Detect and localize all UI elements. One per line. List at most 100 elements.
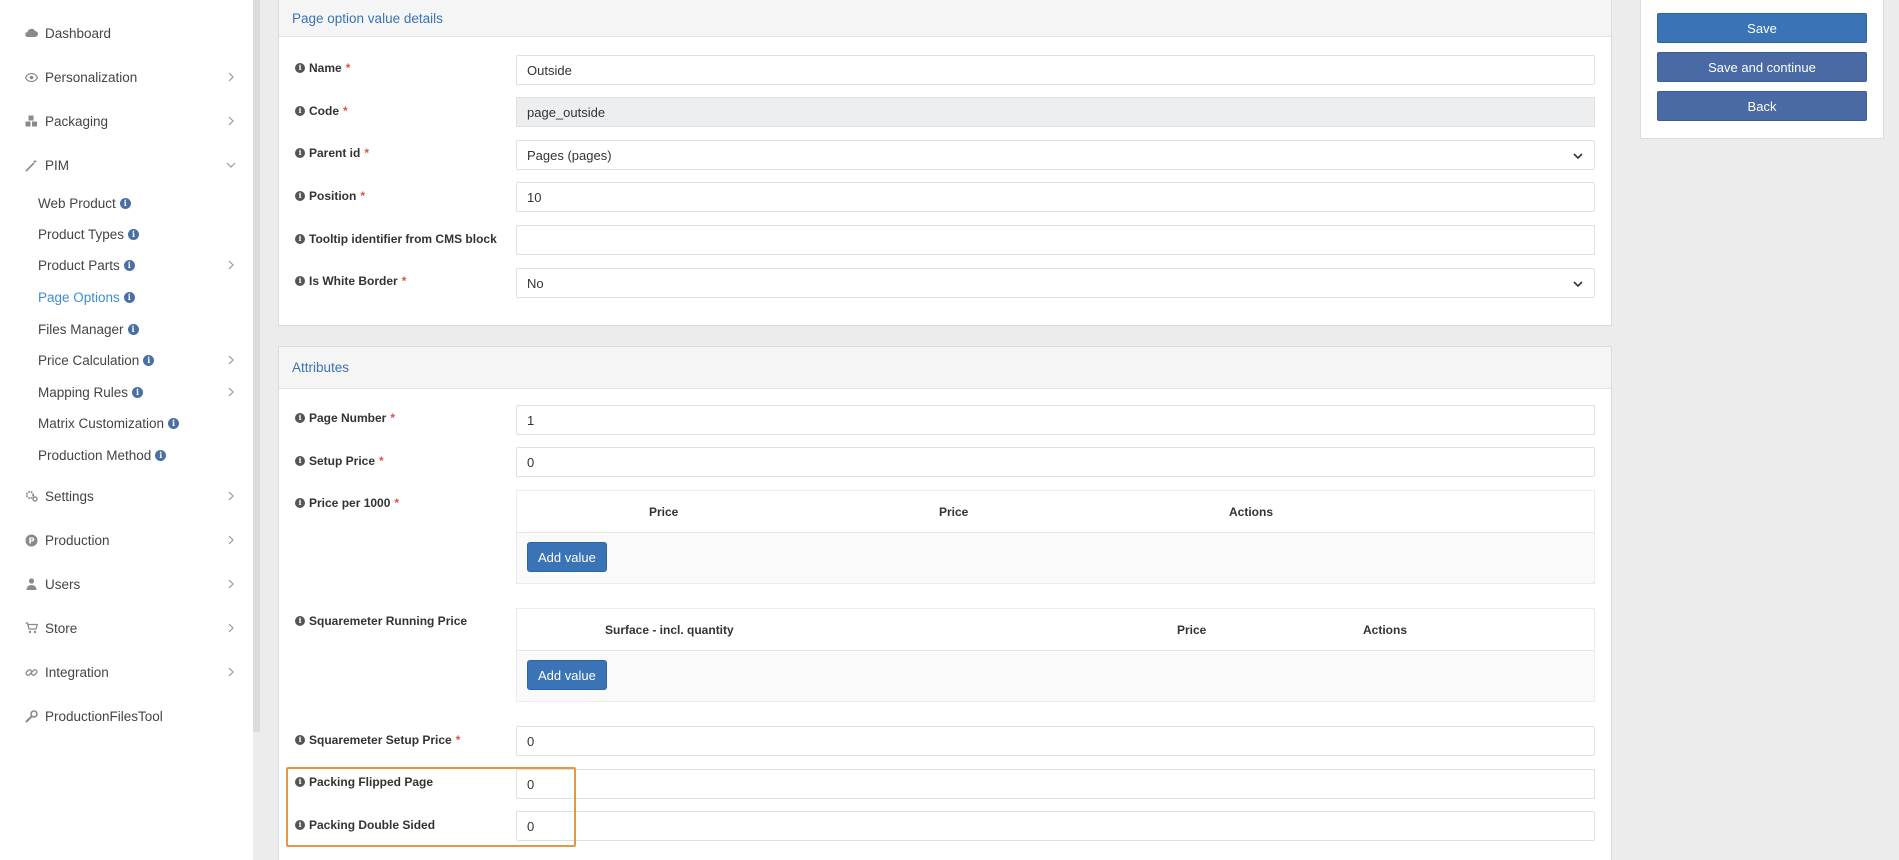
cubes-icon	[24, 114, 38, 128]
info-icon: i	[295, 276, 305, 286]
sidebar-subitem-mapping-rules[interactable]: Mapping Rules i	[38, 379, 239, 405]
required-mark: *	[379, 454, 384, 468]
sqm-setup-price-label: i Squaremeter Setup Price *	[295, 733, 460, 747]
sidebar-subitem-web-product[interactable]: Web Product i	[38, 190, 239, 216]
cloud-icon	[24, 26, 38, 40]
position-label: i Position *	[295, 189, 365, 203]
white-border-select[interactable]: No	[516, 268, 1595, 298]
sidebar-subitem-page-options[interactable]: Page Options i	[38, 284, 239, 310]
info-icon: i	[295, 413, 305, 423]
info-icon: i	[123, 259, 135, 271]
back-button[interactable]: Back	[1657, 91, 1867, 121]
sidebar-subitem-price-calculation[interactable]: Price Calculation i	[38, 347, 239, 373]
magic-wand-icon	[24, 158, 38, 172]
sidebar-item-label: PIM	[45, 157, 70, 173]
cart-icon	[24, 621, 38, 635]
info-icon: i	[119, 197, 131, 209]
sidebar-item-productionfilestool[interactable]: ProductionFilesTool	[24, 701, 239, 731]
sidebar-item-label: Dashboard	[45, 25, 112, 41]
sidebar-item-pim[interactable]: PIM	[24, 150, 239, 180]
cogs-icon	[24, 489, 38, 503]
chevron-down-icon	[225, 158, 237, 172]
sidebar-subitem-label: Product Types	[38, 226, 125, 242]
label-text: Position	[309, 189, 357, 203]
sidebar-subitem-files-manager[interactable]: Files Manager i	[38, 316, 239, 342]
info-icon: i	[295, 191, 305, 201]
sidebar-item-dashboard[interactable]: Dashboard	[24, 18, 239, 48]
chevron-right-icon	[225, 353, 237, 367]
sidebar-item-label: Personalization	[45, 69, 138, 85]
chevron-right-icon	[225, 533, 237, 547]
chevron-right-icon	[225, 577, 237, 591]
sidebar-item-integration[interactable]: Integration	[24, 657, 239, 687]
setup-price-input[interactable]: 0	[516, 447, 1595, 477]
sidebar-subitem-production-method[interactable]: Production Method i	[38, 442, 239, 468]
sidebar-item-label: ProductionFilesTool	[45, 708, 163, 724]
save-button[interactable]: Save	[1657, 13, 1867, 43]
sidebar-item-store[interactable]: Store	[24, 613, 239, 643]
info-icon: i	[132, 386, 144, 398]
sidebar-item-packaging[interactable]: Packaging	[24, 106, 239, 136]
column-header: Price	[939, 505, 969, 519]
tooltip-input[interactable]	[516, 225, 1595, 255]
column-header: Surface - incl. quantity	[605, 623, 734, 637]
required-mark: *	[343, 104, 348, 118]
add-value-button[interactable]: Add value	[527, 542, 607, 572]
highlight-box	[286, 767, 576, 847]
save-and-continue-button[interactable]: Save and continue	[1657, 52, 1867, 82]
label-text: Code	[309, 104, 339, 118]
label-text: Page Number	[309, 411, 387, 425]
column-header: Actions	[1229, 505, 1274, 519]
sidebar-item-label: Store	[45, 620, 78, 636]
sidebar-subitem-label: Price Calculation	[38, 352, 140, 368]
label-text: Squaremeter Running Price	[309, 614, 468, 628]
price-per-1000-label: i Price per 1000 *	[295, 496, 399, 510]
sidebar-subitem-label: Matrix Customization	[38, 415, 165, 431]
chevron-right-icon	[225, 385, 237, 399]
sidebar-item-users[interactable]: Users	[24, 569, 239, 599]
sidebar-scrollbar[interactable]	[253, 0, 260, 732]
panel-title: Page option value details	[279, 0, 1611, 37]
sqm-setup-price-input[interactable]: 0	[516, 726, 1595, 756]
sidebar-subitem-label: Web Product	[38, 195, 116, 211]
sidebar-subitem-label: Product Parts	[38, 257, 120, 273]
sidebar-subitem-product-types[interactable]: Product Types i	[38, 221, 239, 247]
eye-icon	[24, 70, 38, 84]
label-text: Tooltip identifier from CMS block	[309, 232, 497, 246]
info-icon: i	[295, 456, 305, 466]
sidebar-subitem-label: Page Options	[38, 289, 120, 305]
sqm-running-price-label: i Squaremeter Running Price	[295, 614, 467, 628]
add-value-button[interactable]: Add value	[527, 660, 607, 690]
sidebar-item-label: Packaging	[45, 113, 109, 129]
label-text: Name	[309, 61, 342, 75]
required-mark: *	[455, 733, 461, 747]
production-icon: P	[24, 533, 38, 547]
sidebar-subitem-label: Files Manager	[38, 321, 124, 337]
chevron-down-icon	[1572, 278, 1584, 290]
info-icon: i	[155, 449, 167, 461]
parent-id-select[interactable]: Pages (pages)	[516, 140, 1595, 170]
position-input[interactable]: 10	[516, 182, 1595, 212]
info-icon: i	[295, 234, 305, 244]
sidebar-item-settings[interactable]: Settings	[24, 481, 239, 511]
packing-double-sided-input[interactable]: 0	[516, 811, 1595, 841]
sidebar-item-production[interactable]: P Production	[24, 525, 239, 555]
sqm-running-price-table: Surface - incl. quantity Price Actions A…	[516, 608, 1595, 702]
page-number-input[interactable]: 1	[516, 405, 1595, 435]
column-header: Actions	[1363, 623, 1408, 637]
required-mark: *	[364, 146, 370, 160]
sidebar-subitem-matrix-customization[interactable]: Matrix Customization i	[38, 410, 239, 436]
sidebar-item-label: Settings	[45, 488, 94, 504]
svg-text:P: P	[28, 536, 34, 545]
info-icon: i	[168, 417, 180, 429]
packing-flipped-page-input[interactable]: 0	[516, 769, 1595, 799]
sidebar-item-label: Integration	[45, 664, 109, 680]
sidebar-subitem-product-parts[interactable]: Product Parts i	[38, 252, 239, 278]
select-value: No	[527, 275, 544, 291]
info-icon: i	[295, 63, 305, 73]
sidebar-item-personalization[interactable]: Personalization	[24, 62, 239, 92]
chevron-right-icon	[225, 258, 237, 272]
label-text: Squaremeter Setup Price	[309, 733, 452, 747]
name-input[interactable]: Outside	[516, 55, 1595, 85]
chevron-right-icon	[225, 70, 237, 84]
